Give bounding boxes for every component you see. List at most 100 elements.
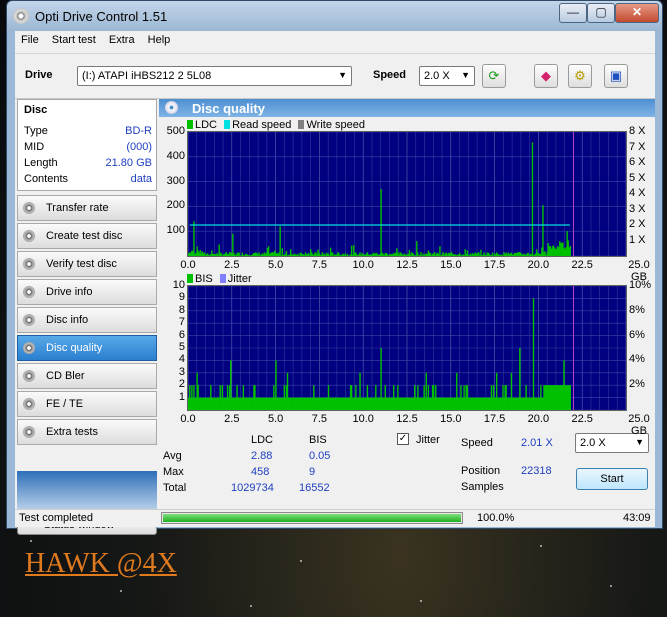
chart2-legend: BIS Jitter <box>187 273 252 285</box>
x-tick-label: 20.0 <box>527 259 550 271</box>
nav-item-fe-te[interactable]: FE / TE <box>17 391 157 417</box>
x-tick-label: 0.0 <box>180 413 196 425</box>
close-button[interactable]: ✕ <box>615 3 659 23</box>
y2-tick-label: 3 X <box>629 202 646 215</box>
max-label: Max <box>163 466 184 478</box>
x-tick-label: 0.0 <box>180 259 196 271</box>
chart1-legend: LDC Read speed Write speed <box>187 119 365 131</box>
ldc-bar <box>439 246 441 256</box>
disc-icon <box>23 342 35 354</box>
x-tick-label: 12.5 <box>396 259 418 271</box>
jitter-checkbox[interactable]: ✓ <box>397 433 409 445</box>
avg-bis: 0.05 <box>309 450 331 462</box>
legend-jitter: Jitter <box>227 273 252 285</box>
legend-bis: BIS <box>195 273 213 285</box>
nav-item-verify-test-disc[interactable]: Verify test disc <box>17 251 157 277</box>
y-tick-label: 4 <box>178 353 185 366</box>
drive-select[interactable]: (I:) ATAPI iHBS212 2 5L08 ▼ <box>77 66 352 86</box>
col-ldc: LDC <box>251 434 274 446</box>
nav-item-extra-tests[interactable]: Extra tests <box>17 419 157 445</box>
menu-file[interactable]: File <box>17 31 43 46</box>
y-tick-label: 10 <box>172 279 185 291</box>
y2-tick-label: 7 X <box>629 140 646 153</box>
ldc-bar <box>531 142 534 256</box>
nav-item-label: Create test disc <box>46 230 123 242</box>
y2-tick-label: 6 X <box>629 156 646 168</box>
nav-item-drive-info[interactable]: Drive info <box>17 279 157 305</box>
ldc-bar <box>281 248 283 256</box>
legend-swatch <box>187 274 193 283</box>
y2-tick-label: 4% <box>629 353 645 366</box>
speed-label: Speed <box>373 69 407 81</box>
panel-title: Disc quality <box>192 101 265 116</box>
y-tick-label: 200 <box>166 199 185 212</box>
x-tick-label: 15.0 <box>440 413 462 425</box>
progress-percent: 100.0% <box>477 512 515 524</box>
refresh-icon[interactable]: ⟳ <box>482 64 506 88</box>
settings-icon[interactable]: ⚙ <box>568 64 592 88</box>
y2-tick-label: 1 X <box>629 233 646 246</box>
nav-item-label: CD Bler <box>46 370 85 382</box>
disc-icon <box>23 314 35 326</box>
menu-help[interactable]: Help <box>144 31 175 46</box>
total-bis: 16552 <box>299 482 330 494</box>
x-tick-label: 7.5 <box>311 413 328 425</box>
ldc-bar <box>350 245 353 256</box>
minimize-button[interactable]: — <box>559 3 587 23</box>
title-bar[interactable]: Opti Drive Control 1.51 — ▢ ✕ <box>7 1 662 31</box>
nav-item-label: Verify test disc <box>46 258 117 270</box>
disc-contents-value: data <box>130 173 152 185</box>
y2-tick-label: 5 X <box>629 171 646 184</box>
progress-bar <box>161 512 463 524</box>
y-tick-label: 2 <box>178 378 185 391</box>
x-tick-label: 10.0 <box>352 413 374 425</box>
bis-bar <box>569 385 571 410</box>
nav-item-label: Transfer rate <box>46 202 109 214</box>
nav-spacer <box>17 471 157 511</box>
bis-bar <box>532 298 535 410</box>
ldc-bar <box>417 252 419 256</box>
total-ldc: 1029734 <box>231 482 274 494</box>
y-tick-label: 8 <box>178 303 185 316</box>
x-tick-label: 2.5 <box>224 259 240 271</box>
nav-item-cd-bler[interactable]: CD Bler <box>17 363 157 389</box>
nav-item-disc-quality[interactable]: Disc quality <box>17 335 157 361</box>
nav-item-disc-info[interactable]: Disc info <box>17 307 157 333</box>
elapsed-time: 43:09 <box>623 512 651 524</box>
chevron-down-icon: ▼ <box>461 70 470 80</box>
y-tick-label: 6 <box>178 328 185 341</box>
menu-start-test[interactable]: Start test <box>48 31 100 46</box>
disc-type-label: Type <box>24 125 48 137</box>
legend-swatch <box>187 120 193 129</box>
nav-item-create-test-disc[interactable]: Create test disc <box>17 223 157 249</box>
ldc-bar <box>380 189 382 256</box>
start-button[interactable]: Start <box>576 468 648 490</box>
ldc-bar <box>569 245 571 256</box>
x-tick-label: 12.5 <box>396 413 418 425</box>
overlay-caption: HAWK @4X <box>25 548 177 579</box>
y2-tick-label: 6% <box>629 328 645 341</box>
disc-length-value: 21.80 GB <box>105 157 152 169</box>
x-tick-label: 5.0 <box>267 259 284 271</box>
menu-extra[interactable]: Extra <box>105 31 139 46</box>
x-tick-label: 10.0 <box>352 259 374 271</box>
maximize-button[interactable]: ▢ <box>587 3 615 23</box>
y2-tick-label: 10% <box>629 279 652 291</box>
eraser-icon[interactable]: ◆ <box>534 64 558 88</box>
save-icon[interactable]: ▣ <box>604 64 628 88</box>
ldc-bar <box>193 221 195 256</box>
nav-item-label: Disc info <box>46 314 89 326</box>
bis-chart <box>187 285 627 411</box>
speed-select[interactable]: 2.0 X ▼ <box>419 66 475 86</box>
ldc-bar <box>232 233 234 256</box>
legend-swatch <box>224 120 231 129</box>
disc-length-label: Length <box>24 157 58 169</box>
y-tick-label: 1 <box>178 390 185 403</box>
ldc-bar <box>279 226 281 256</box>
window-title: Opti Drive Control 1.51 <box>35 9 168 24</box>
y-tick-label: 3 <box>178 365 185 378</box>
legend-read-speed: Read speed <box>232 119 292 131</box>
ldc-bar <box>480 249 482 256</box>
ldc-plot <box>188 132 626 256</box>
nav-item-transfer-rate[interactable]: Transfer rate <box>17 195 157 221</box>
